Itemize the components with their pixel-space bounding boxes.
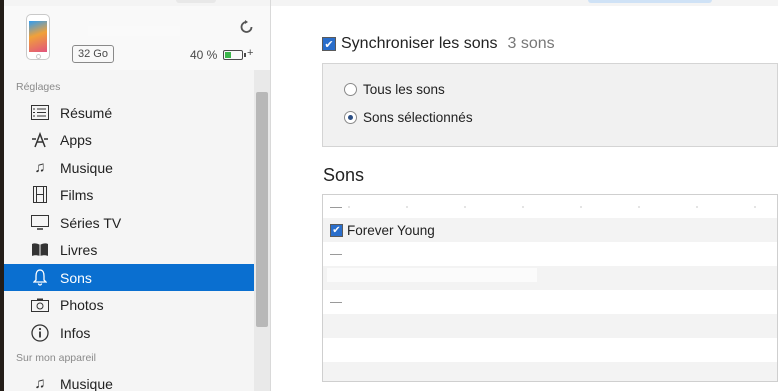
sidebar-item-label: Infos (60, 324, 91, 341)
apps-icon (29, 130, 51, 150)
checkbox-unchecked[interactable] (330, 253, 342, 255)
checkbox-unchecked[interactable] (330, 301, 342, 303)
list-item[interactable] (323, 242, 777, 266)
list-item[interactable] (323, 290, 777, 314)
list-row-empty (323, 338, 777, 362)
device-name[interactable] (88, 26, 180, 36)
sidebar-item-label: Films (60, 186, 94, 203)
summary-icon (29, 103, 51, 123)
sidebar-item-label: Livres (60, 241, 98, 258)
sidebar-item-sons[interactable]: Sons (4, 264, 254, 291)
sidebar-item-resume[interactable]: Résumé (4, 99, 254, 126)
sidebar-item-label: Apps (60, 131, 92, 148)
sync-sounds-checkbox[interactable]: ✔ Synchroniser les sons 3 sons (322, 35, 555, 53)
tv-icon (29, 213, 51, 233)
music-note-icon: ♫ (34, 375, 46, 391)
sidebar-item-label: Musique (60, 375, 113, 391)
sidebar-item-label: Sons (60, 269, 92, 286)
bell-icon (29, 268, 51, 288)
all-sounds-label: Tous les sons (363, 82, 445, 97)
info-icon (29, 323, 51, 343)
list-row-empty (323, 314, 777, 338)
checkbox-unchecked[interactable] (330, 206, 342, 208)
sounds-section-title: Sons (323, 165, 365, 185)
radio-unselected[interactable] (344, 83, 357, 96)
sidebar-item-apps[interactable]: Apps (4, 126, 254, 153)
capacity-badge: 32 Go (72, 45, 114, 63)
radio-selected[interactable] (344, 111, 357, 124)
sidebar-scroll-thumb[interactable] (256, 92, 268, 327)
iphone-icon (26, 14, 50, 60)
sidebar-item-label: Séries TV (60, 214, 122, 231)
battery-icon (223, 50, 246, 60)
device-section-label: Sur mon appareil (16, 352, 96, 364)
camera-icon (29, 295, 51, 315)
selected-sounds-option[interactable]: Sons sélectionnés (344, 110, 473, 125)
settings-section-label: Réglages (16, 81, 61, 93)
sidebar-item-films[interactable]: Films (4, 181, 254, 208)
tone-name: Forever Young (347, 222, 435, 238)
toolbar-segment-active[interactable] (588, 0, 712, 3)
film-icon (29, 185, 51, 205)
book-icon (29, 240, 51, 260)
list-item[interactable]: ✔ Forever Young (323, 218, 777, 242)
sidebar-item-series-tv[interactable]: Séries TV (4, 209, 254, 236)
sidebar-scrollbar[interactable] (254, 70, 270, 391)
sidebar-item-infos[interactable]: Infos (4, 319, 254, 346)
sync-options-box (322, 63, 778, 147)
toolbar-segment[interactable] (176, 0, 216, 3)
sync-icon[interactable] (240, 20, 253, 39)
music-note-icon: ♫ (34, 159, 46, 176)
sidebar-item-livres[interactable]: Livres (4, 236, 254, 263)
sidebar-item-label: Résumé (60, 104, 113, 121)
battery-percent: 40 % (190, 48, 218, 62)
sounds-list[interactable]: ✔ Forever Young (322, 194, 778, 382)
device-header[interactable]: 32 Go 40 % + (4, 6, 270, 70)
sidebar-item-device-musique[interactable]: ♫ Musique (4, 370, 254, 391)
sounds-count: 3 sons (507, 35, 555, 52)
checkbox-checked[interactable]: ✔ (330, 223, 343, 237)
selected-sounds-label: Sons sélectionnés (363, 110, 473, 125)
obscured-row-text (327, 268, 537, 282)
all-sounds-option[interactable]: Tous les sons (344, 82, 445, 97)
sidebar-item-label: Musique (60, 159, 113, 176)
sidebar-item-label: Photos (60, 296, 104, 313)
list-row-empty (323, 362, 777, 381)
sidebar-item-musique[interactable]: ♫ Musique (4, 154, 254, 181)
charging-icon: + (247, 47, 254, 59)
obscured-row-text (348, 206, 777, 208)
sync-sounds-label: Synchroniser les sons (341, 35, 498, 52)
checkbox-checked[interactable]: ✔ (322, 37, 336, 51)
sidebar-item-photos[interactable]: Photos (4, 291, 254, 318)
list-item[interactable] (323, 195, 777, 219)
